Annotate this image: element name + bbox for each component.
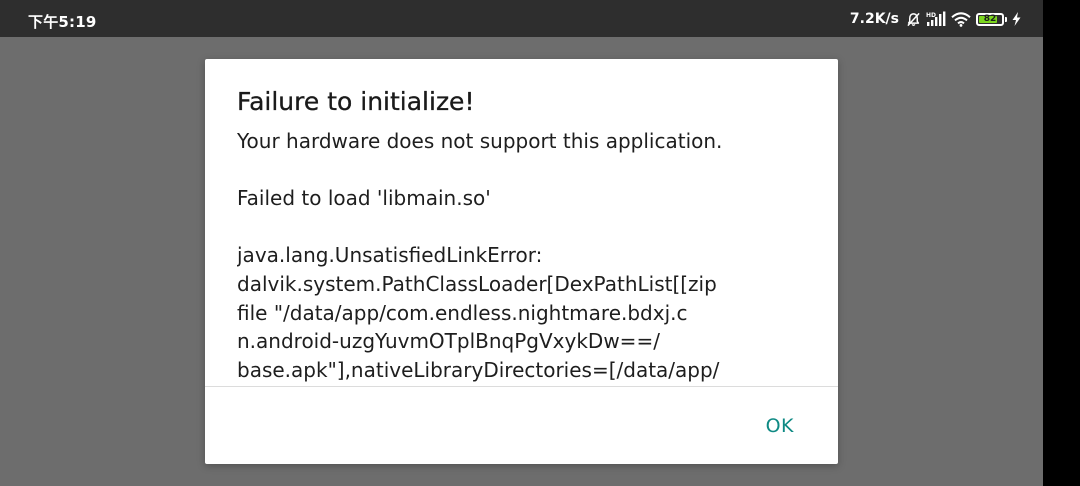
hd-signal-icon: HD bbox=[926, 11, 946, 27]
network-speed: 7.2K/s bbox=[849, 11, 899, 27]
svg-text:HD: HD bbox=[926, 12, 936, 19]
error-line: file "/data/app/com.endless.nightmare.bd… bbox=[237, 300, 688, 325]
error-line: java.lang.UnsatisfiedLinkError: bbox=[237, 243, 543, 268]
error-stacktrace: java.lang.UnsatisfiedLinkError: dalvik.s… bbox=[237, 241, 777, 384]
status-icons: 7.2K/s HD 82 bbox=[850, 9, 1021, 29]
battery-level: 82 bbox=[983, 13, 997, 24]
dialog-detail: Failed to load 'libmain.so' bbox=[237, 186, 491, 211]
error-dialog: Failure to initialize! Your hardware doe… bbox=[205, 59, 838, 464]
error-line: base.apk"],nativeLibraryDirectories=[/da… bbox=[237, 357, 720, 382]
error-line: dalvik.system.PathClassLoader[DexPathLis… bbox=[237, 271, 717, 296]
charging-icon bbox=[1012, 12, 1021, 26]
error-line: n.android-uzgYuvmOTplBnqPgVxykDw==/ bbox=[237, 329, 660, 354]
battery-icon: 82 bbox=[976, 12, 1004, 26]
status-time: 下午5:19 bbox=[28, 13, 97, 31]
alarm-off-icon bbox=[906, 12, 921, 27]
dialog-message-scroll[interactable]: Your hardware does not support this appl… bbox=[237, 127, 777, 386]
battery-tip bbox=[1005, 16, 1007, 22]
dialog-title: Failure to initialize! bbox=[237, 87, 475, 116]
screen: 下午5:19 7.2K/s HD 82 Failure to initializ… bbox=[0, 0, 1043, 486]
ok-button[interactable]: OK bbox=[760, 411, 800, 441]
dialog-message: Your hardware does not support this appl… bbox=[237, 129, 723, 153]
status-bar: 下午5:19 7.2K/s HD 82 bbox=[0, 0, 1043, 37]
wifi-icon bbox=[951, 11, 971, 27]
dialog-divider bbox=[205, 386, 838, 387]
